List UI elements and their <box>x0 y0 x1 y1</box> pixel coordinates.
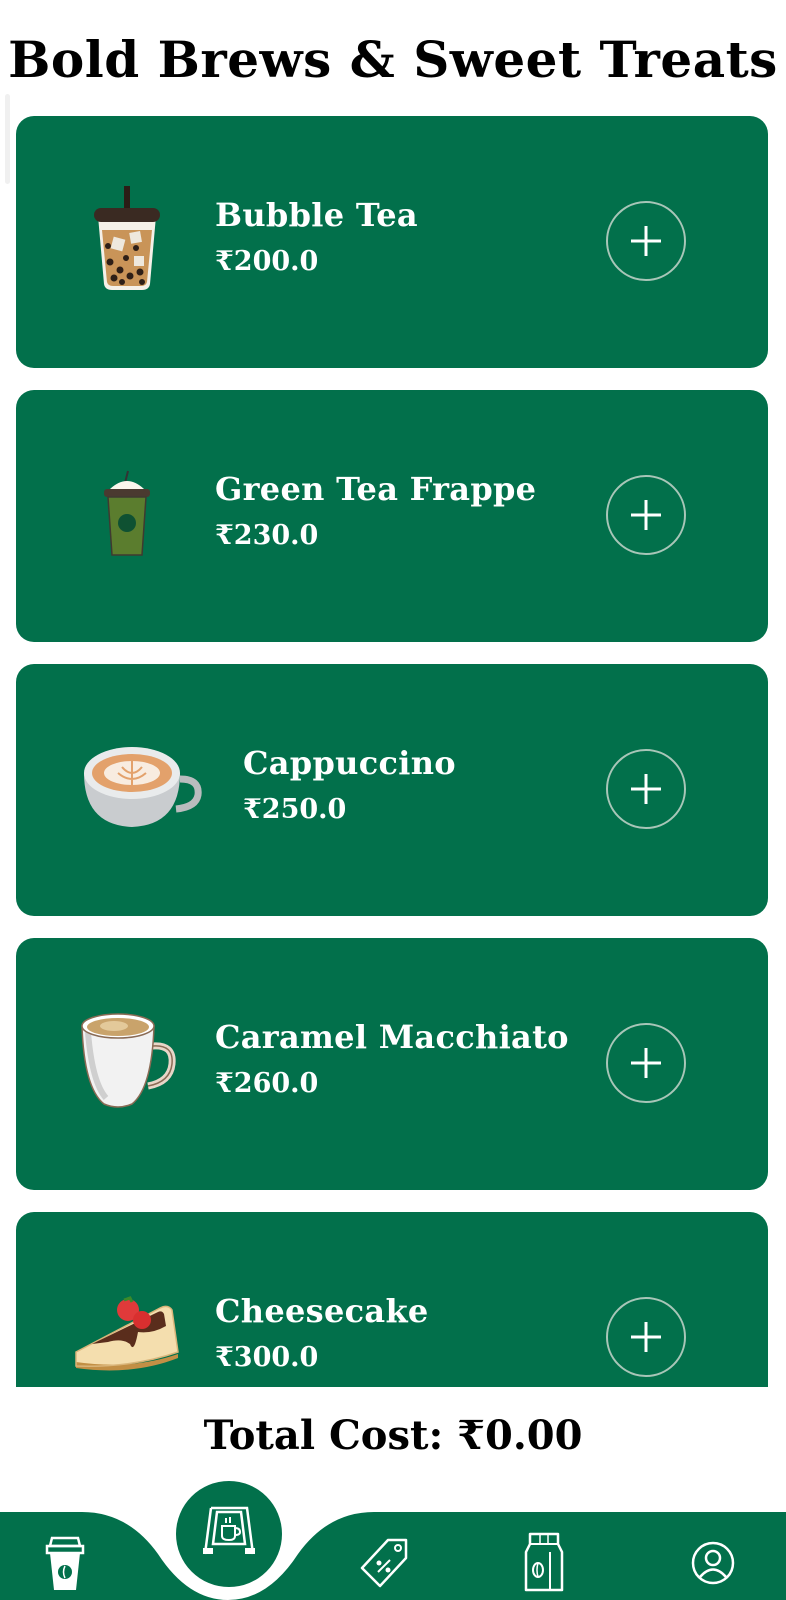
menu-item-name: Cheesecake <box>215 1292 429 1330</box>
add-to-cart-button[interactable] <box>606 1297 686 1377</box>
menu-item-card[interactable]: Bubble Tea ₹200.0 <box>16 116 768 368</box>
menu-item-name: Bubble Tea <box>215 196 418 234</box>
cheesecake-slice-icon <box>72 1296 182 1380</box>
bubble-tea-icon <box>92 186 162 298</box>
menu-item-name: Green Tea Frappe <box>215 470 537 508</box>
menu-item-card[interactable]: Green Tea Frappe ₹230.0 <box>16 390 768 642</box>
menu-board-icon[interactable] <box>201 1504 257 1564</box>
cappuccino-cup-icon <box>80 743 202 837</box>
coffee-bag-icon[interactable] <box>524 1532 564 1596</box>
macchiato-mug-icon <box>78 1012 178 1116</box>
menu-item-card[interactable]: Cappuccino ₹250.0 <box>16 664 768 916</box>
menu-item-price: ₹250.0 <box>243 794 347 825</box>
menu-list[interactable]: Bubble Tea ₹200.0 Green Tea Frappe ₹230.… <box>0 0 786 1387</box>
plus-icon <box>631 774 661 804</box>
menu-item-name: Cappuccino <box>243 744 456 782</box>
add-to-cart-button[interactable] <box>606 201 686 281</box>
menu-item-card[interactable]: Cheesecake ₹300.0 <box>16 1212 768 1387</box>
menu-item-price: ₹200.0 <box>215 246 319 277</box>
plus-icon <box>631 1048 661 1078</box>
add-to-cart-button[interactable] <box>606 749 686 829</box>
total-cost: Total Cost: ₹0.00 <box>203 1412 583 1459</box>
bottom-nav <box>0 1470 786 1600</box>
discount-tag-icon[interactable] <box>358 1536 412 1594</box>
menu-item-price: ₹230.0 <box>215 520 319 551</box>
green-tea-frappe-icon <box>100 469 154 563</box>
menu-item-card[interactable]: Caramel Macchiato ₹260.0 <box>16 938 768 1190</box>
coffee-cup-icon[interactable] <box>44 1536 86 1596</box>
menu-item-name: Caramel Macchiato <box>215 1018 569 1056</box>
plus-icon <box>631 500 661 530</box>
menu-item-price: ₹300.0 <box>215 1342 319 1373</box>
profile-icon[interactable] <box>690 1540 736 1590</box>
add-to-cart-button[interactable] <box>606 1023 686 1103</box>
add-to-cart-button[interactable] <box>606 475 686 555</box>
plus-icon <box>631 1322 661 1352</box>
menu-item-price: ₹260.0 <box>215 1068 319 1099</box>
plus-icon <box>631 226 661 256</box>
